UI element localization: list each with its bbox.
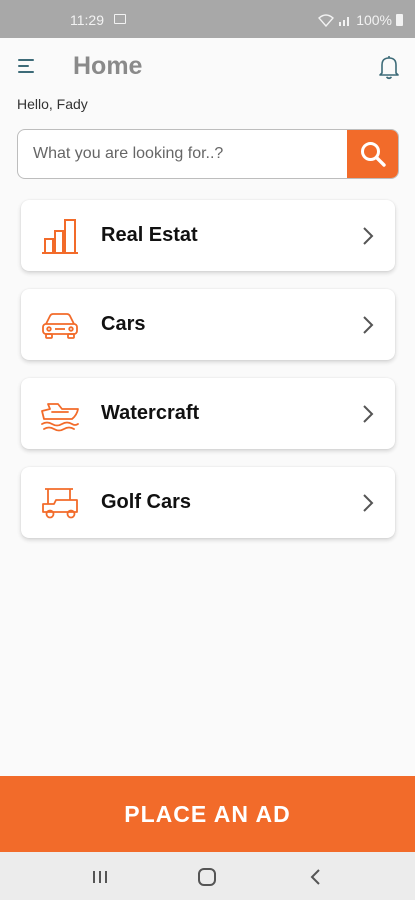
signal-icon — [339, 17, 350, 26]
building-icon — [42, 219, 78, 254]
category-label: Golf Cars — [101, 491, 192, 513]
category-list: Real Estat Cars Watercraft Golf Cars — [21, 200, 395, 556]
status-time: 11:29 — [70, 12, 104, 28]
car-icon — [42, 313, 78, 339]
battery-icon — [396, 14, 403, 26]
greeting-text: Hello, Fady — [17, 96, 88, 112]
category-label: Real Estat — [101, 224, 198, 246]
image-icon — [114, 14, 126, 24]
category-label: Watercraft — [101, 402, 200, 424]
battery-percent: 100% — [356, 12, 392, 28]
home-icon[interactable] — [195, 866, 219, 888]
category-cars[interactable]: Cars — [21, 289, 395, 360]
status-right: 100% — [318, 12, 403, 28]
boat-icon — [41, 403, 79, 432]
search-button[interactable] — [347, 130, 398, 178]
chevron-right-icon — [363, 316, 374, 334]
golf-cart-icon — [42, 488, 78, 519]
category-watercraft[interactable]: Watercraft — [21, 378, 395, 449]
status-bar: 11:29 100% — [0, 0, 415, 38]
chevron-right-icon — [363, 494, 374, 512]
page-title: Home — [73, 52, 143, 80]
system-nav-bar — [0, 852, 415, 900]
chevron-right-icon — [363, 405, 374, 423]
search-bar — [17, 129, 399, 179]
category-golf-cars[interactable]: Golf Cars — [21, 467, 395, 538]
category-label: Cars — [101, 313, 146, 335]
search-input[interactable] — [18, 130, 348, 178]
bell-icon[interactable] — [377, 54, 401, 80]
hamburger-menu-icon[interactable] — [18, 58, 38, 74]
recent-apps-icon[interactable] — [88, 866, 112, 888]
chevron-right-icon — [363, 227, 374, 245]
place-ad-button[interactable]: PLACE AN AD — [0, 776, 415, 852]
search-icon — [360, 142, 386, 167]
back-icon[interactable] — [304, 866, 328, 888]
category-real-estate[interactable]: Real Estat — [21, 200, 395, 271]
app-header: Home — [0, 38, 415, 94]
wifi-icon — [318, 13, 335, 27]
